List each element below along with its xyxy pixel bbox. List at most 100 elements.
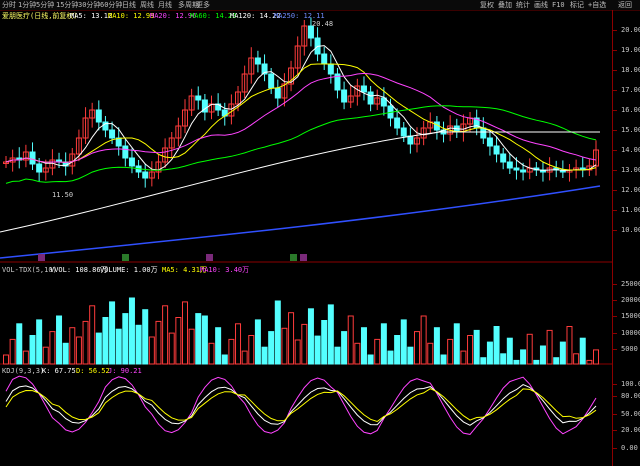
volume-bar: [56, 315, 63, 365]
volume-bar: [526, 333, 533, 365]
volume-bar: [473, 329, 480, 365]
candle-body: [394, 117, 401, 129]
volume-tick-1: 20000: [621, 296, 640, 304]
volume-bar: [506, 337, 513, 365]
volume-bar: [314, 335, 321, 365]
price-tick-10-mark: [613, 230, 617, 231]
price-tick-0-mark: [613, 30, 617, 31]
volume-bar: [95, 332, 102, 365]
price-tick-3: 17.00: [621, 86, 640, 94]
volume-bar: [128, 297, 135, 365]
price-tick-6: 14.00: [621, 146, 640, 154]
volume-tick-2-mark: [613, 316, 617, 317]
volume-bar: [248, 335, 255, 365]
volume-bar: [467, 335, 474, 365]
candle-body: [95, 109, 102, 123]
volume-bar: [513, 359, 520, 365]
volume-bar: [228, 338, 235, 365]
candle-body: [327, 63, 334, 75]
price-tick-8: 12.00: [621, 186, 640, 194]
volume-bar: [354, 342, 361, 365]
volume-bar: [22, 350, 29, 365]
ma5-line: [5, 45, 597, 171]
price-tick-7-mark: [613, 170, 617, 171]
kdj-tick-0: 100.00: [621, 380, 640, 388]
candle-body: [493, 145, 500, 155]
volume-bar: [109, 301, 116, 365]
volume-bar: [155, 320, 162, 365]
volume-bar: [427, 342, 434, 365]
volume-bar: [274, 300, 281, 365]
ma120-line: [0, 131, 600, 233]
volume-bar: [142, 309, 149, 365]
ma250-line: [0, 185, 601, 259]
candle-body: [400, 127, 407, 137]
candle-body: [109, 129, 116, 139]
volume-bar: [394, 335, 401, 365]
volume-bar: [75, 336, 82, 365]
kdj-tick-0-mark: [613, 384, 617, 385]
volume-bar: [261, 346, 268, 365]
candle-body: [142, 171, 149, 179]
toolbar-item-7[interactable]: 返回: [618, 0, 632, 10]
volume-tick-3-mark: [613, 333, 617, 334]
volume-bar: [168, 332, 175, 365]
volume-bar: [407, 346, 414, 365]
kdj-tick-1: 80.00: [621, 392, 640, 400]
volume-bar: [16, 323, 23, 365]
volume-bar: [593, 349, 599, 365]
volume-bar: [460, 350, 467, 365]
volume-bar: [162, 305, 169, 365]
kdj-d-line: [5, 388, 597, 423]
volume-bar: [201, 315, 208, 365]
volume-bar: [546, 329, 553, 365]
volume-bar: [559, 341, 566, 365]
price-tick-3-mark: [613, 90, 617, 91]
kdj-tick-1-mark: [613, 396, 617, 397]
signal-marker-0: [38, 254, 45, 261]
volume-bar: [334, 346, 341, 365]
candle-body: [195, 95, 202, 101]
volume-bar: [69, 327, 76, 365]
volume-bar: [221, 354, 228, 365]
candle-body: [486, 137, 493, 147]
kdj-tick-2-mark: [613, 414, 617, 415]
price-tick-2: 18.00: [621, 66, 640, 74]
volume-bar: [301, 323, 308, 365]
volume-bar: [493, 326, 500, 365]
candle-body: [367, 91, 374, 105]
candle-body: [268, 73, 275, 89]
volume-bar: [188, 328, 195, 365]
stock-chart[interactable]: [0, 0, 612, 466]
volume-bar: [453, 323, 460, 365]
candle-body: [407, 135, 414, 145]
volume-bar: [268, 331, 275, 365]
volume-bar: [360, 327, 367, 365]
volume-bar: [29, 335, 36, 365]
volume-bar: [321, 320, 328, 365]
volume-bar: [49, 331, 56, 365]
volume-bar: [9, 338, 16, 365]
volume-bar: [566, 326, 573, 365]
kdj-k-line: [5, 384, 597, 426]
kdj-j-line: [5, 375, 597, 435]
volume-bar: [195, 313, 202, 365]
volume-bar: [480, 357, 487, 365]
volume-bar: [122, 313, 129, 365]
volume-tick-0-mark: [613, 284, 617, 285]
volume-bar: [281, 327, 288, 365]
price-tick-4: 16.00: [621, 106, 640, 114]
price-axis: 20.00 19.00 18.00 17.00 16.00 15.00 14.00 13.00…: [612, 10, 640, 466]
candle-body: [36, 163, 43, 173]
candle-body: [341, 89, 348, 103]
volume-bar: [294, 339, 301, 365]
volume-bar: [400, 319, 407, 365]
volume-bar: [102, 317, 109, 365]
volume-bar: [367, 354, 374, 365]
low-annotation: 11.50: [52, 191, 74, 199]
volume-tick-1-mark: [613, 300, 617, 301]
price-tick-1-mark: [613, 50, 617, 51]
kdj-tick-3-mark: [613, 430, 617, 431]
signal-marker-1: [122, 254, 129, 261]
price-tick-5: 15.00: [621, 126, 640, 134]
